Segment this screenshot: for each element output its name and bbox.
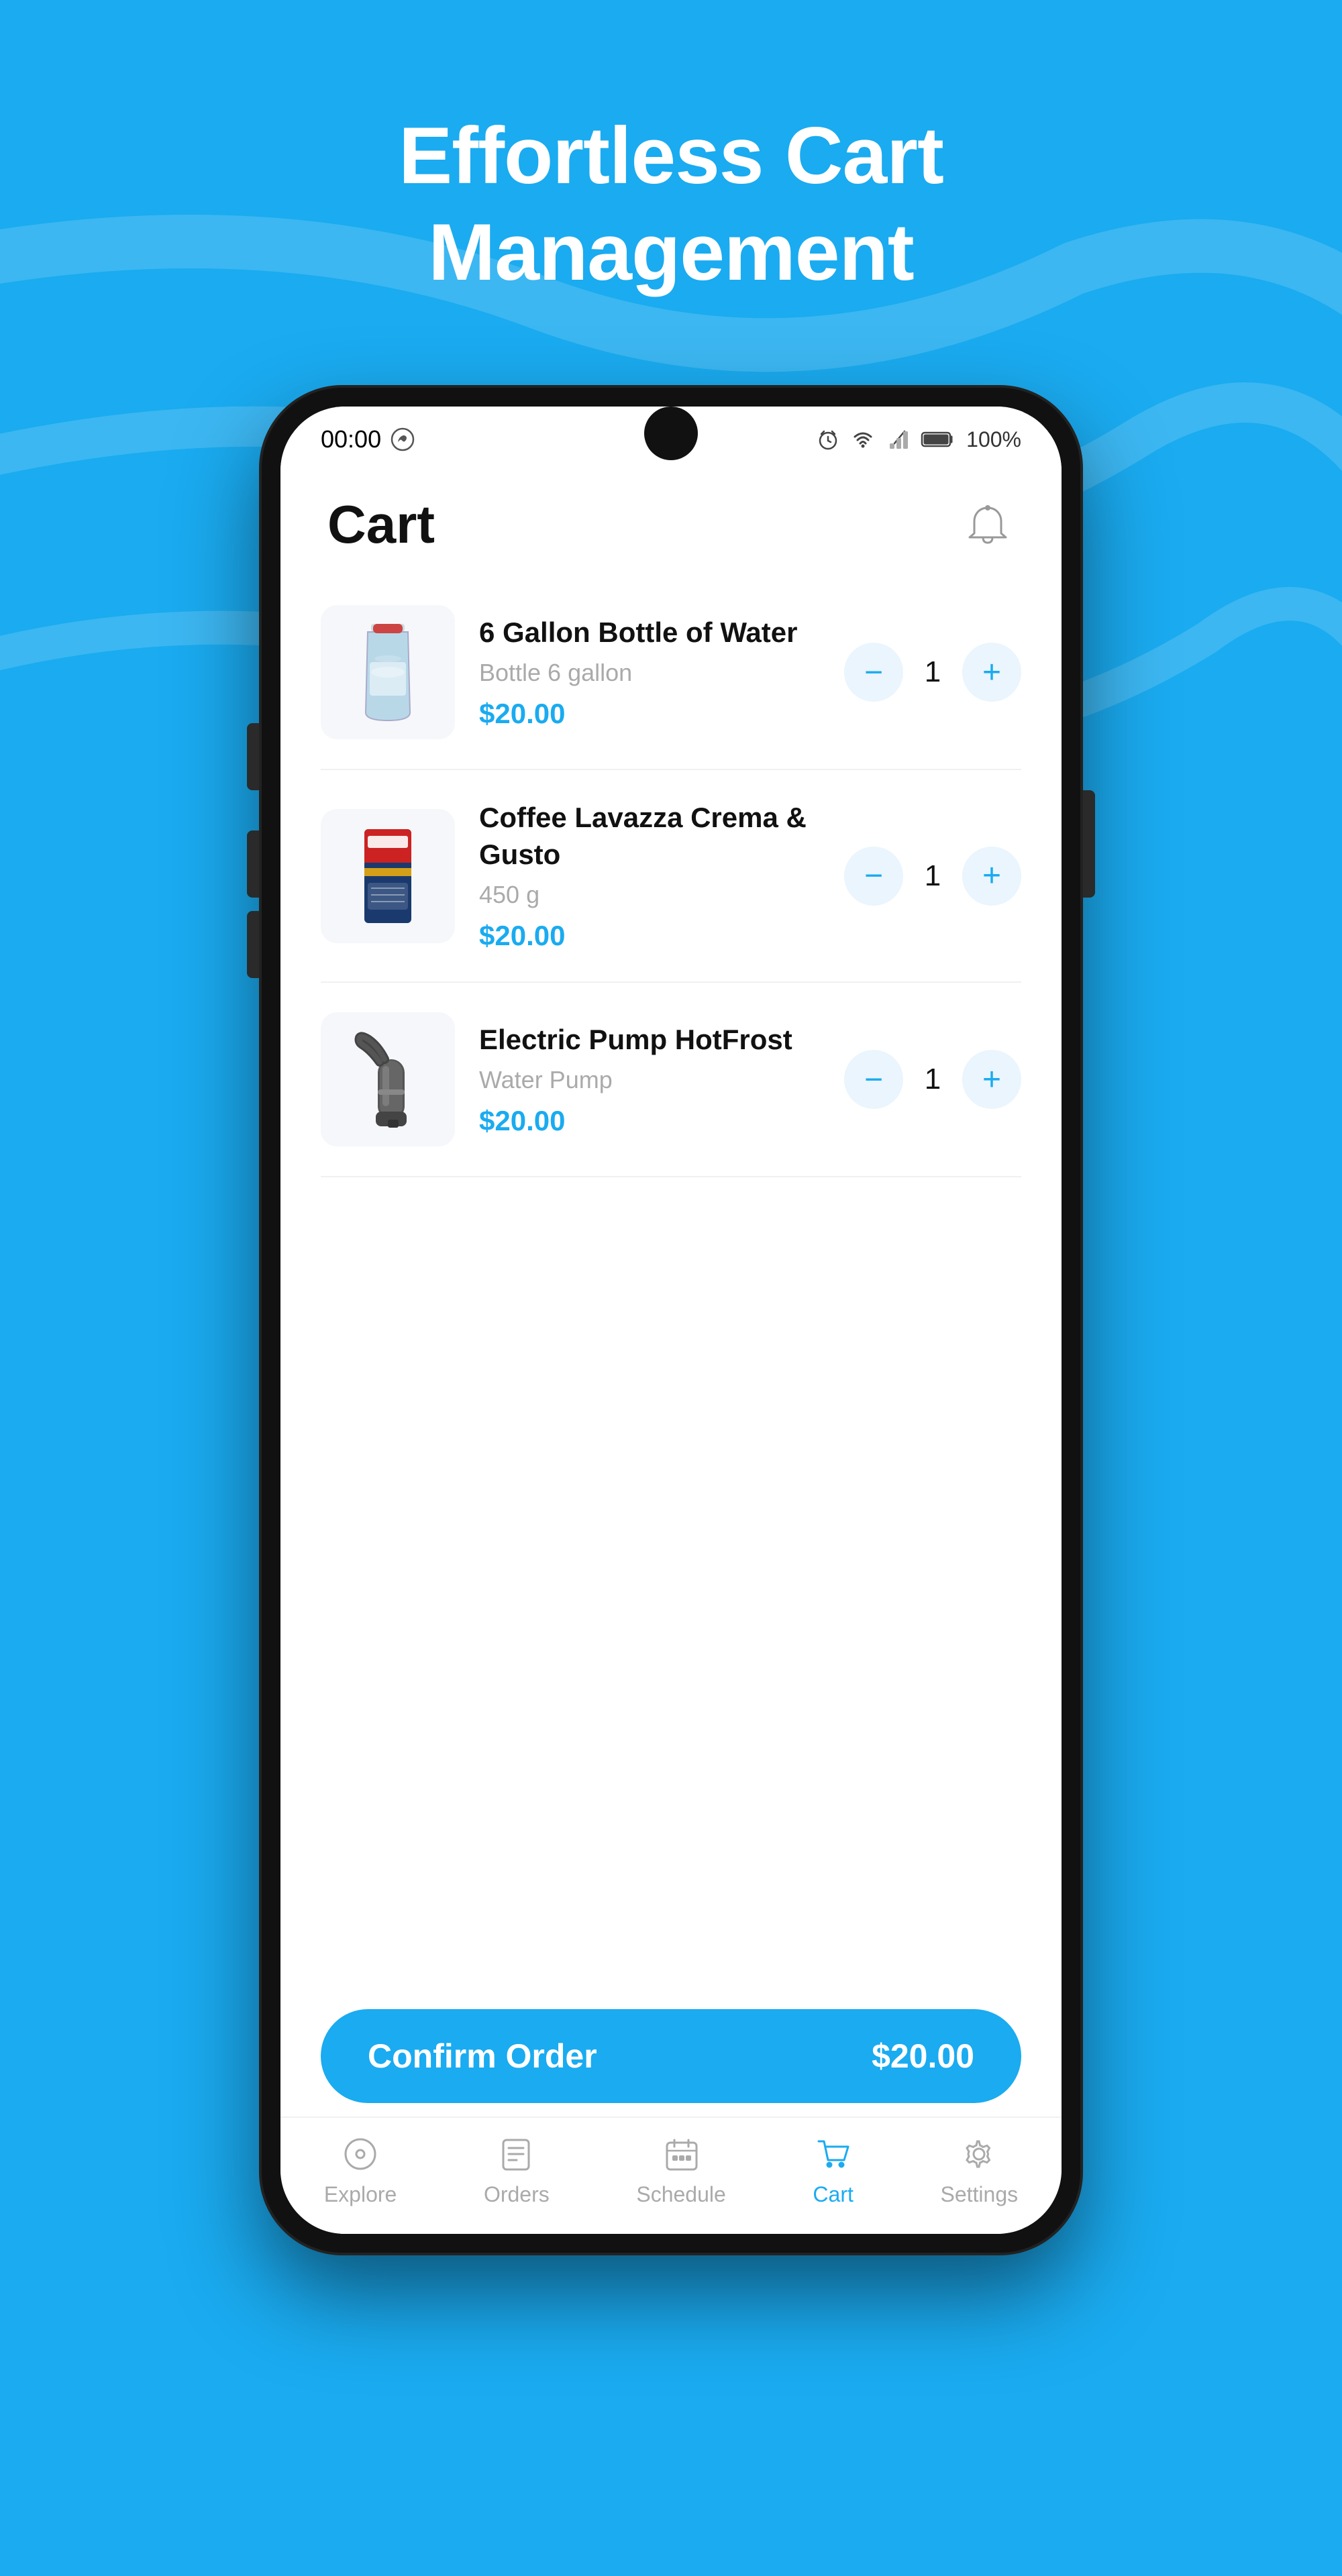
phone-mockup: 00:00	[262, 388, 1080, 2253]
nav-tab-schedule[interactable]: Schedule	[636, 2134, 725, 2207]
item-subtitle-water-bottle: Bottle 6 gallon	[479, 659, 820, 687]
bell-icon[interactable]	[961, 498, 1015, 551]
nav-label-explore: Explore	[324, 2182, 397, 2207]
item-price-coffee: $20.00	[479, 920, 820, 952]
schedule-nav-icon	[661, 2134, 701, 2174]
qty-increase-coffee[interactable]: +	[962, 847, 1021, 906]
status-time: 00:00	[321, 425, 415, 453]
item-price-pump: $20.00	[479, 1105, 820, 1137]
settings-nav-icon	[959, 2134, 999, 2174]
item-subtitle-coffee: 450 g	[479, 881, 820, 909]
pump-image	[348, 1026, 428, 1133]
coffee-box-image	[354, 822, 421, 930]
item-price-water-bottle: $20.00	[479, 698, 820, 730]
phone-frame: 00:00	[262, 388, 1080, 2253]
cart-empty-space	[280, 1283, 1062, 1990]
qty-increase-water-bottle[interactable]: +	[962, 643, 1021, 702]
item-details-coffee: Coffee Lavazza Crema & Gusto 450 g $20.0…	[479, 800, 820, 952]
cart-item-coffee: Coffee Lavazza Crema & Gusto 450 g $20.0…	[321, 770, 1021, 983]
battery-icon	[921, 427, 956, 451]
nav-label-schedule: Schedule	[636, 2182, 725, 2207]
item-name-coffee: Coffee Lavazza Crema & Gusto	[479, 800, 820, 873]
wifi-icon	[851, 427, 875, 451]
item-subtitle-pump: Water Pump	[479, 1066, 820, 1094]
nav-label-settings: Settings	[941, 2182, 1019, 2207]
cart-item-pump: Electric Pump HotFrost Water Pump $20.00…	[321, 983, 1021, 1177]
confirm-order-price: $20.00	[872, 2037, 974, 2076]
qty-decrease-water-bottle[interactable]: −	[844, 643, 903, 702]
bottom-bar: Confirm Order $20.00	[280, 1989, 1062, 2116]
item-image-water-bottle	[321, 605, 455, 739]
qty-decrease-coffee[interactable]: −	[844, 847, 903, 906]
cart-nav-icon	[813, 2134, 854, 2174]
qty-decrease-pump[interactable]: −	[844, 1050, 903, 1109]
qty-control-pump: − 1 +	[844, 1050, 1021, 1109]
phone-notch	[644, 407, 698, 460]
item-details-pump: Electric Pump HotFrost Water Pump $20.00	[479, 1022, 820, 1138]
item-image-pump	[321, 1012, 455, 1146]
cart-list: 6 Gallon Bottle of Water Bottle 6 gallon…	[280, 576, 1062, 1283]
nav-label-cart: Cart	[813, 2182, 853, 2207]
nav-tab-orders[interactable]: Orders	[484, 2134, 550, 2207]
item-name-pump: Electric Pump HotFrost	[479, 1022, 820, 1059]
battery-percent: 100%	[966, 427, 1021, 452]
alarm-icon	[816, 427, 840, 451]
nav-tab-cart[interactable]: Cart	[813, 2134, 853, 2207]
confirm-order-button[interactable]: Confirm Order $20.00	[321, 2009, 1021, 2103]
qty-control-coffee: − 1 +	[844, 847, 1021, 906]
signal-icon	[886, 427, 910, 451]
explore-nav-icon	[340, 2134, 380, 2174]
qty-increase-pump[interactable]: +	[962, 1050, 1021, 1109]
item-details-water-bottle: 6 Gallon Bottle of Water Bottle 6 gallon…	[479, 614, 820, 731]
water-bottle-image	[351, 619, 425, 726]
qty-control-water-bottle: − 1 +	[844, 643, 1021, 702]
orders-nav-icon	[497, 2134, 537, 2174]
cart-item-water-bottle: 6 Gallon Bottle of Water Bottle 6 gallon…	[321, 576, 1021, 770]
nav-tabs: Explore Orders	[280, 2116, 1062, 2234]
app-header: Cart	[280, 467, 1062, 576]
item-image-coffee	[321, 809, 455, 943]
nav-tab-explore[interactable]: Explore	[324, 2134, 397, 2207]
phone-screen: 00:00	[280, 407, 1062, 2234]
hero-title: Effortless Cart Management	[399, 107, 943, 301]
nav-tab-settings[interactable]: Settings	[941, 2134, 1019, 2207]
status-icons: 100%	[816, 427, 1021, 452]
confirm-order-label: Confirm Order	[368, 2037, 597, 2076]
qty-value-water-bottle: 1	[919, 655, 946, 689]
nav-label-orders: Orders	[484, 2182, 550, 2207]
app-cart-title: Cart	[327, 494, 435, 555]
qty-value-pump: 1	[919, 1063, 946, 1096]
whatsapp-icon	[391, 427, 415, 451]
item-name-water-bottle: 6 Gallon Bottle of Water	[479, 614, 820, 651]
qty-value-coffee: 1	[919, 859, 946, 893]
